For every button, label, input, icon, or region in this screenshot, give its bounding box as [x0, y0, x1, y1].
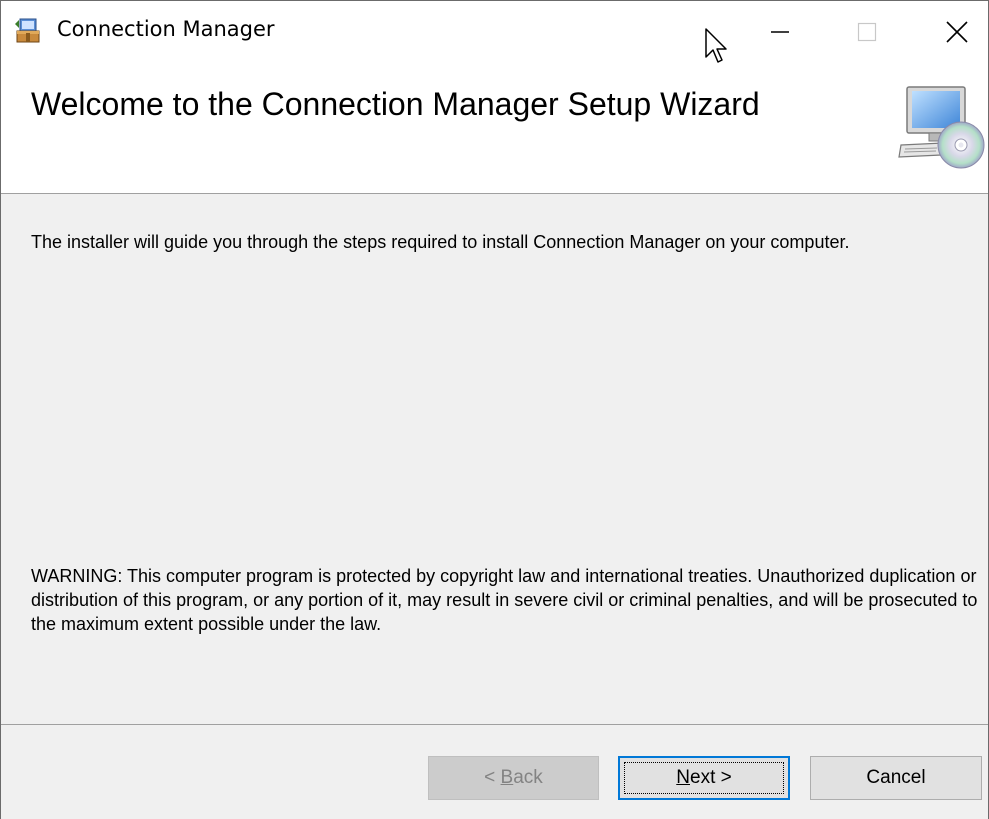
- close-icon: [946, 21, 968, 43]
- installer-package-icon: [15, 18, 40, 43]
- next-button-label: Next >: [676, 767, 732, 788]
- maximize-icon: [857, 22, 877, 42]
- maximize-button[interactable]: [821, 1, 913, 63]
- copyright-warning-text: WARNING: This computer program is protec…: [31, 566, 978, 634]
- close-button[interactable]: [911, 1, 989, 63]
- wizard-body: The installer will guide you through the…: [1, 194, 988, 724]
- page-title: Welcome to the Connection Manager Setup …: [31, 86, 760, 122]
- intro-text: The installer will guide you through the…: [31, 232, 850, 252]
- setup-wizard-window: Connection Manager Welcome to the Connec…: [0, 0, 989, 819]
- back-button-label: < Back: [484, 767, 543, 788]
- wizard-button-bar: < Back Next > Cancel: [1, 724, 988, 819]
- next-button[interactable]: Next >: [618, 756, 790, 800]
- minimize-icon: [771, 31, 789, 33]
- minimize-button[interactable]: [734, 1, 826, 63]
- window-title: Connection Manager: [57, 17, 275, 41]
- title-bar[interactable]: Connection Manager: [1, 1, 988, 63]
- cancel-button-label: Cancel: [866, 767, 926, 788]
- back-button[interactable]: < Back: [428, 756, 599, 800]
- computer-cd-icon: [898, 86, 985, 169]
- wizard-header-banner: Welcome to the Connection Manager Setup …: [1, 63, 988, 194]
- mouse-pointer-icon: [705, 28, 727, 63]
- cancel-button[interactable]: Cancel: [810, 756, 982, 800]
